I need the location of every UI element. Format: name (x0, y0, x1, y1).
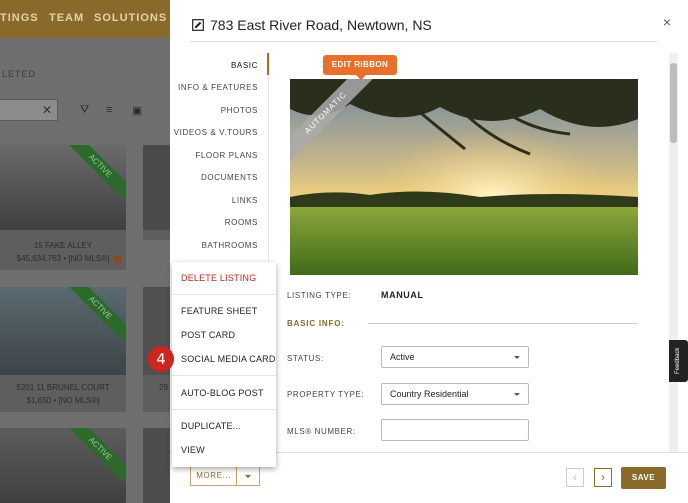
filter-icon[interactable]: ⛛ (80, 104, 89, 117)
section-divider (368, 323, 638, 324)
nav-divider (268, 53, 269, 263)
gallery-icon[interactable]: ▣ (132, 104, 142, 117)
modal-title-text: 783 East River Road, Newtown, NS (210, 17, 432, 33)
nav-team[interactable]: TEAM (49, 12, 84, 24)
menu-item-feature-sheet[interactable]: FEATURE SHEET (181, 306, 257, 316)
more-menu: DELETE LISTING FEATURE SHEET POST CARD S… (172, 262, 276, 467)
tab-links[interactable]: LINKS (232, 196, 258, 205)
listing-name: 29 (159, 383, 168, 392)
sort-icon[interactable]: ≡ (106, 104, 112, 116)
listing-photo (0, 145, 126, 230)
menu-divider (172, 294, 276, 295)
tab-documents[interactable]: DOCUMENTS (201, 173, 258, 182)
property-type-value: Country Residential (390, 389, 469, 399)
listing-meta: $1,650 • [NO MLS®] (26, 396, 100, 405)
listing-name: 5201 11 BRUNEL COURT (16, 383, 110, 392)
listing-photo (143, 428, 170, 503)
tab-basic[interactable]: BASIC (231, 61, 258, 70)
title-divider (190, 41, 657, 42)
listing-photo (0, 287, 126, 375)
tab-photos[interactable]: PHOTOS (221, 106, 258, 115)
menu-divider (172, 375, 276, 376)
menu-item-post-card[interactable]: POST CARD (181, 330, 235, 340)
next-button[interactable]: › (594, 468, 612, 487)
modal-title: 783 East River Road, Newtown, NS (192, 17, 432, 33)
tab-floor-plans[interactable]: FLOOR PLANS (195, 151, 258, 160)
listing-photo[interactable]: AUTOMATIC (290, 79, 638, 275)
more-button-label[interactable]: MORE... (191, 467, 238, 485)
status-value: Active (390, 352, 415, 362)
listing-card[interactable] (143, 428, 170, 503)
clear-search-icon[interactable]: ✕ (42, 103, 52, 117)
tab-bathrooms[interactable]: BATHROOMS (202, 241, 258, 250)
chevron-down-icon (514, 393, 520, 396)
edit-ribbon-button[interactable]: EDIT RIBBON (323, 55, 397, 80)
basic-info-heading: BASIC INFO: (287, 319, 345, 328)
feedback-tab[interactable]: Feedback (669, 340, 688, 382)
close-icon[interactable]: × (663, 14, 671, 30)
chevron-down-icon (514, 356, 520, 359)
tab-videos[interactable]: VIDEOS & V.TOURS (174, 128, 258, 137)
listing-meta: $45,634,763 • [NO MLS®] (16, 254, 110, 263)
mls-number-label: MLS® NUMBER: (287, 427, 356, 436)
step-badge: 4 (148, 346, 174, 372)
save-button[interactable]: SAVE (621, 467, 666, 489)
nav-listings[interactable]: TINGS (0, 12, 39, 24)
tab-info-features[interactable]: INFO & FEATURES (178, 83, 258, 92)
menu-divider (172, 409, 276, 410)
menu-item-delete-listing[interactable]: DELETE LISTING (181, 273, 256, 283)
status-label: STATUS: (287, 354, 324, 363)
active-tab-indicator (267, 53, 269, 75)
menu-item-view[interactable]: VIEW (181, 445, 205, 455)
menu-item-social-media-card[interactable]: SOCIAL MEDIA CARD (181, 354, 276, 364)
status-select[interactable]: Active (381, 346, 529, 368)
listing-name: 15 FAKE ALLEY (33, 241, 93, 250)
menu-item-auto-blog-post[interactable]: AUTO-BLOG POST (181, 388, 264, 398)
scrollbar[interactable] (669, 53, 678, 453)
mls-icon (114, 256, 121, 263)
listing-card[interactable]: ACTIVE (0, 428, 126, 503)
filter-label: LETED (2, 69, 37, 79)
previous-button[interactable]: ‹ (566, 468, 584, 487)
listing-type-value: MANUAL (381, 290, 424, 300)
listing-type-label: LISTING TYPE: (287, 291, 352, 300)
edit-icon (192, 19, 204, 31)
listing-card[interactable]: ACTIVE 5201 11 BRUNEL COURT $1,650 • [NO… (0, 287, 126, 412)
listing-card[interactable] (143, 145, 170, 240)
menu-item-duplicate[interactable]: DUPLICATE... (181, 421, 241, 431)
tab-rooms[interactable]: ROOMS (225, 218, 258, 227)
mls-number-input[interactable] (381, 419, 529, 441)
listing-card[interactable]: ACTIVE 15 FAKE ALLEY $45,634,763 • [NO M… (0, 145, 126, 270)
more-button[interactable]: MORE... (190, 466, 260, 486)
nav-solutions[interactable]: SOLUTIONS (94, 12, 167, 24)
scrollbar-thumb[interactable] (670, 63, 677, 143)
listing-photo (143, 145, 170, 230)
property-type-label: PROPERTY TYPE: (287, 390, 365, 399)
property-type-select[interactable]: Country Residential (381, 383, 529, 405)
